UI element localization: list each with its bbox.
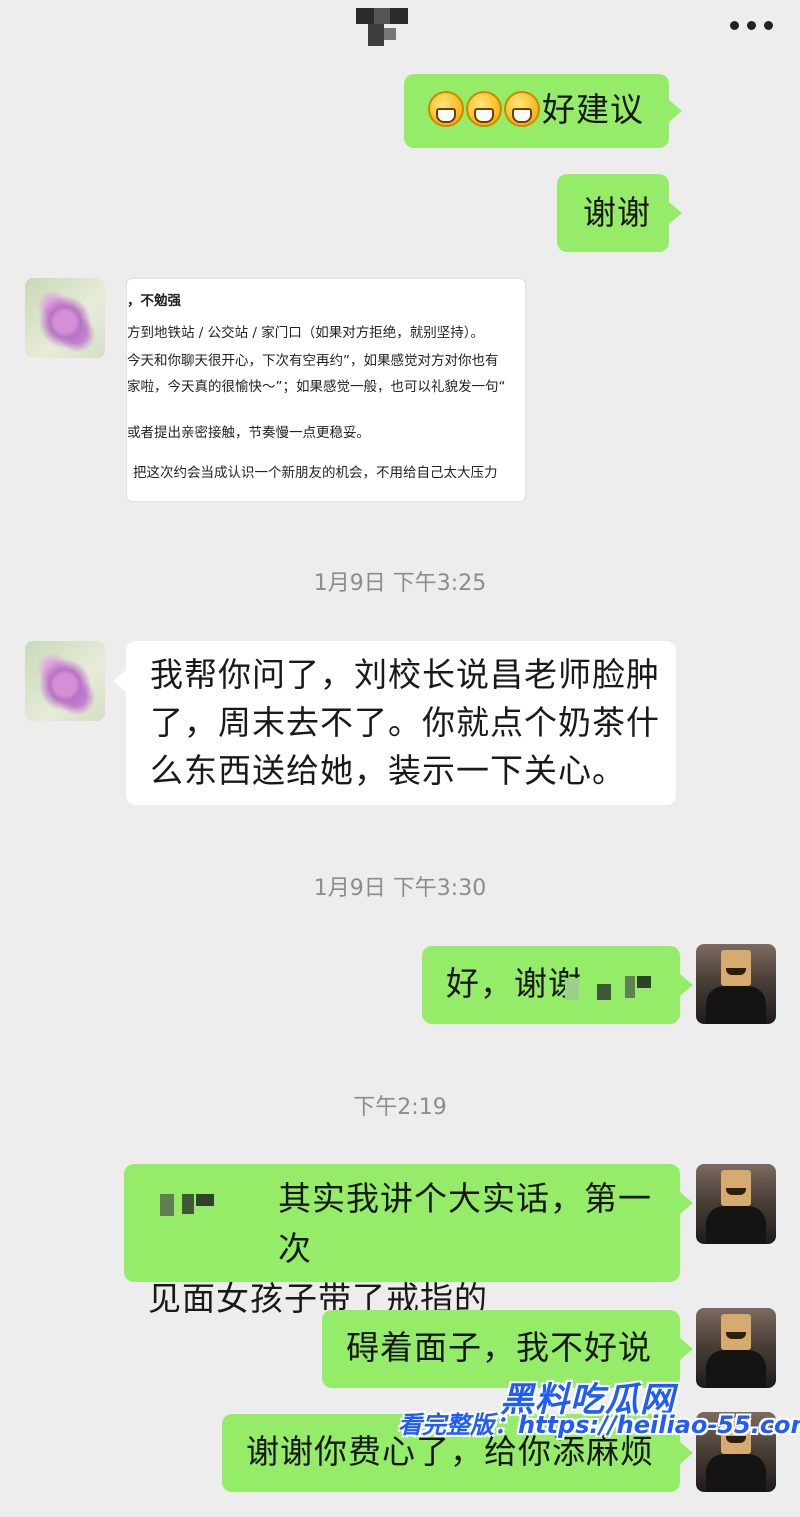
more-dots-icon[interactable] — [730, 18, 774, 32]
timestamp: 1月9日 下午3:30 — [313, 876, 487, 901]
bubble-tail — [669, 202, 682, 224]
screenshot-image-message[interactable]: ，不勉强 方到地铁站 / 公交站 / 家门口（如果对方拒绝，就别坚持）。 今天和… — [126, 278, 526, 502]
redacted-mosaic — [565, 972, 655, 1002]
message-bubble-received[interactable]: 我帮你问了，刘校长说昌老师脸肿 了，周末去不了。你就点个奶茶什 么东西送给她，装… — [126, 641, 676, 805]
screenshot-text-line: 或者提出亲密接触，节奏慢一点更稳妥。 — [127, 425, 370, 441]
contact-avatar[interactable] — [25, 278, 105, 358]
bubble-tail — [680, 1338, 693, 1360]
message-text: 么东西送给她，装示一下关心。 — [150, 751, 626, 790]
message-text: 好，谢谢 — [446, 964, 582, 1003]
bubble-tail — [680, 1442, 693, 1464]
chat-title-redacted — [356, 8, 408, 48]
message-text: 其实我讲个大实话，第一次 — [278, 1179, 652, 1268]
contact-avatar[interactable] — [25, 641, 105, 721]
grin-emoji-icon — [466, 91, 502, 127]
message-text: 好建议 — [542, 90, 644, 129]
message-bubble-sent[interactable]: 谢谢 — [557, 174, 669, 252]
screenshot-text-line: 家啦，今天真的很愉快～”；如果感觉一般，也可以礼貌发一句“ — [127, 379, 506, 395]
my-avatar[interactable] — [696, 1308, 776, 1388]
bubble-tail — [113, 670, 126, 692]
my-avatar[interactable] — [696, 1164, 776, 1244]
bubble-tail — [680, 974, 693, 996]
message-bubble-sent[interactable]: 好建议 — [404, 74, 669, 148]
screenshot-text-line: 今天和你聊天很开心，下次有空再约”，如果感觉对方对你也有 — [127, 353, 499, 369]
message-text: 了，周末去不了。你就点个奶茶什 — [150, 703, 660, 742]
timestamp: 下午2:19 — [353, 1095, 447, 1120]
timestamp: 1月9日 下午3:25 — [313, 571, 487, 596]
grin-emoji-icon — [428, 91, 464, 127]
message-bubble-sent[interactable]: 其实我讲个大实话，第一次 见面女孩子带了戒指的 — [124, 1164, 680, 1318]
bubble-tail — [669, 100, 682, 122]
message-text: 我帮你问了，刘校长说昌老师脸肿 — [150, 655, 660, 694]
message-text: 谢谢 — [583, 193, 651, 232]
message-text: 碍着面子，我不好说 — [346, 1328, 652, 1367]
my-avatar[interactable] — [696, 944, 776, 1024]
bubble-tail — [680, 1192, 693, 1214]
screenshot-text-line: 方到地铁站 / 公交站 / 家门口（如果对方拒绝，就别坚持）。 — [127, 325, 485, 341]
redacted-mosaic — [160, 1190, 220, 1220]
watermark-url: 看完整版：https://heiliao-55.com — [398, 1411, 800, 1439]
screenshot-text-line: ，不勉强 — [127, 293, 181, 309]
screenshot-text-line: 把这次约会当成认识一个新朋友的机会，不用给自己太大压力 — [133, 465, 498, 481]
grin-emoji-icon — [504, 91, 540, 127]
